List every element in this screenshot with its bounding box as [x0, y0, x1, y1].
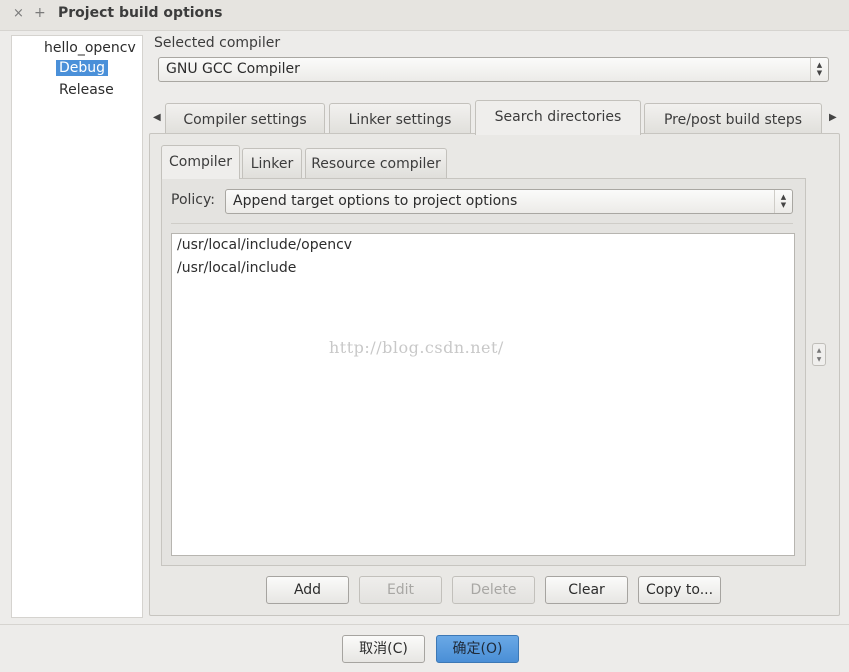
- tab-search-directories[interactable]: Search directories: [475, 100, 641, 135]
- maximize-icon[interactable]: +: [34, 5, 46, 21]
- tab-linker-settings[interactable]: Linker settings: [329, 103, 471, 134]
- policy-select-value: Append target options to project options: [233, 193, 518, 209]
- tab-scroll-right-icon[interactable]: ▶: [829, 112, 837, 123]
- copy-to-button[interactable]: Copy to...: [638, 576, 721, 604]
- watermark-text: http://blog.csdn.net/: [329, 338, 504, 357]
- tree-item-project[interactable]: hello_opencv: [44, 40, 136, 56]
- divider: [0, 624, 849, 625]
- subtab-linker[interactable]: Linker: [242, 148, 302, 178]
- subtab-compiler[interactable]: Compiler: [161, 145, 240, 179]
- reorder-spinner-icon[interactable]: ▲ ▼: [812, 343, 826, 366]
- tab-pre-post-build-steps[interactable]: Pre/post build steps: [644, 103, 822, 134]
- tab-scroll-left-icon[interactable]: ◀: [153, 112, 161, 123]
- edit-button[interactable]: Edit: [359, 576, 442, 604]
- list-item[interactable]: /usr/local/include/opencv: [177, 237, 352, 253]
- title-bar: × + Project build options: [0, 0, 849, 31]
- combo-arrows-icon: ▲ ▼: [774, 190, 792, 213]
- delete-button[interactable]: Delete: [452, 576, 535, 604]
- close-icon[interactable]: ×: [13, 6, 24, 21]
- compiler-select-value: GNU GCC Compiler: [166, 61, 300, 77]
- list-item[interactable]: /usr/local/include: [177, 260, 296, 276]
- policy-select[interactable]: Append target options to project options…: [225, 189, 793, 214]
- cancel-button[interactable]: 取消(C): [342, 635, 425, 663]
- directories-list[interactable]: /usr/local/include/opencv /usr/local/inc…: [171, 233, 795, 556]
- window-title: Project build options: [58, 5, 223, 21]
- tree-item-debug[interactable]: Debug: [56, 60, 109, 76]
- policy-label: Policy:: [171, 192, 215, 208]
- subtab-resource-compiler[interactable]: Resource compiler: [305, 148, 447, 178]
- add-button[interactable]: Add: [266, 576, 349, 604]
- combo-arrows-icon: ▲ ▼: [810, 58, 828, 81]
- target-tree[interactable]: hello_opencv Debug Release: [11, 35, 143, 618]
- selected-compiler-label: Selected compiler: [154, 35, 281, 51]
- compiler-select[interactable]: GNU GCC Compiler ▲ ▼: [158, 57, 829, 82]
- tree-item-release[interactable]: Release: [59, 82, 114, 98]
- divider: [171, 223, 793, 224]
- clear-button[interactable]: Clear: [545, 576, 628, 604]
- ok-button[interactable]: 确定(O): [436, 635, 519, 663]
- tab-compiler-settings[interactable]: Compiler settings: [165, 103, 325, 134]
